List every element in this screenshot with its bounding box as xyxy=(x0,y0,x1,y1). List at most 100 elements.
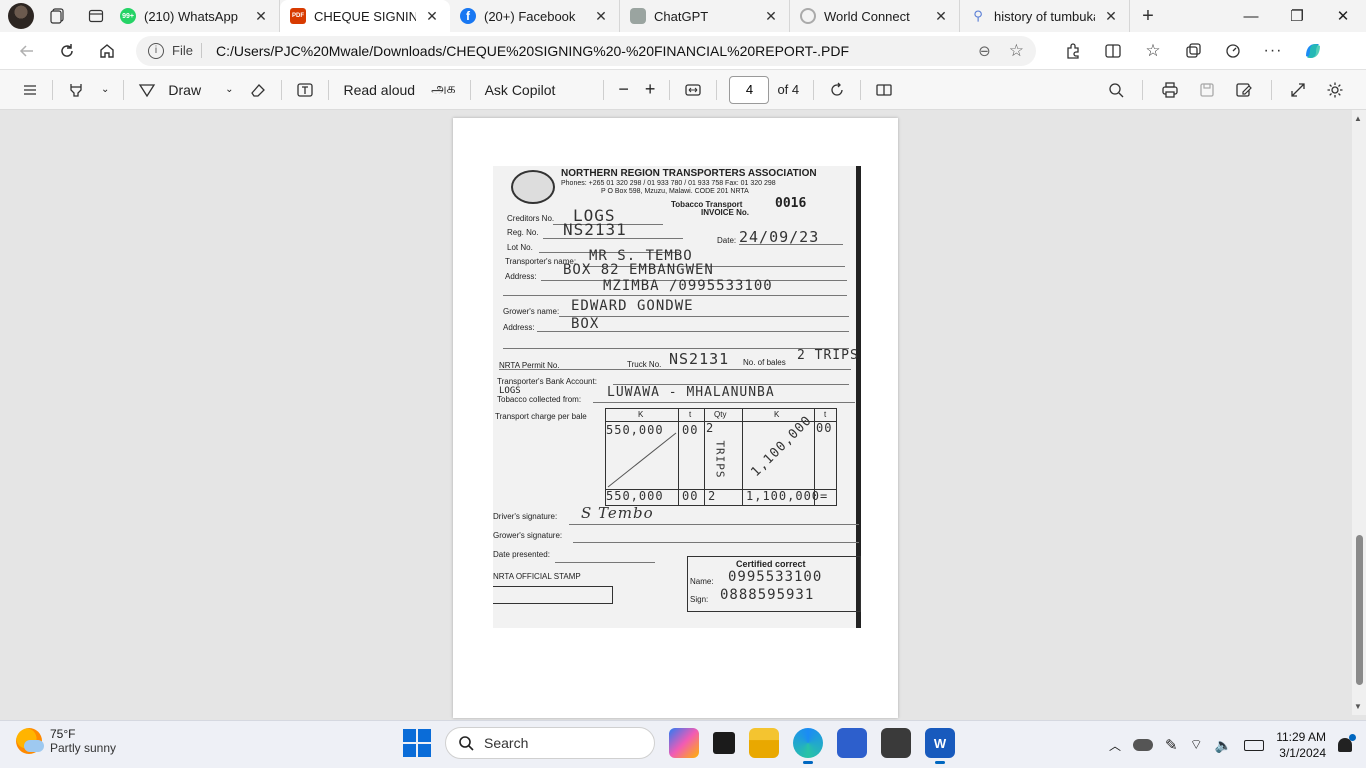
row-total-diagonal: 1,100,000 xyxy=(748,413,816,480)
start-button[interactable] xyxy=(403,729,431,757)
new-tab-button[interactable]: + xyxy=(1130,0,1166,32)
collected-label: Tobacco collected from: xyxy=(497,395,582,404)
chevron-down-icon[interactable]: ⌄ xyxy=(225,84,233,95)
highlight-button[interactable]: ⌄ xyxy=(59,75,117,105)
performance-icon[interactable] xyxy=(1216,36,1250,66)
save-as-button[interactable] xyxy=(1227,75,1261,105)
back-button[interactable] xyxy=(10,36,44,66)
search-icon: ⚲ xyxy=(973,8,983,23)
zoom-in-button[interactable]: + xyxy=(637,75,664,105)
tab-facebook[interactable]: f (20+) Facebook ✕ xyxy=(450,0,620,32)
restore-icon[interactable]: ❐ xyxy=(1274,0,1320,32)
info-icon[interactable]: i xyxy=(148,42,164,59)
workspaces-icon[interactable] xyxy=(44,2,72,30)
partly-sunny-icon xyxy=(16,728,44,754)
word-icon[interactable]: W xyxy=(925,728,955,764)
tab-title: ChatGPT xyxy=(654,8,709,24)
ask-copilot-button[interactable]: Ask Copilot xyxy=(477,75,564,105)
chevron-down-icon[interactable]: ⌄ xyxy=(101,84,109,95)
read-aloud-button[interactable]: Read aloud xyxy=(335,75,423,105)
row-t-value: 00 xyxy=(682,423,699,437)
settings-button[interactable] xyxy=(1318,75,1352,105)
pen-icon[interactable]: ✎ xyxy=(1165,736,1178,754)
task-view-icon[interactable] xyxy=(713,732,735,754)
edge-icon[interactable] xyxy=(793,728,823,764)
battery-icon[interactable] xyxy=(1244,739,1265,751)
minimize-icon[interactable]: — xyxy=(1228,0,1274,32)
chevron-up-icon[interactable]: ︿ xyxy=(1109,737,1121,754)
scroll-down-icon[interactable]: ▼ xyxy=(1354,702,1362,711)
text-box-icon xyxy=(297,82,314,97)
notification-bell-icon[interactable] xyxy=(1338,734,1356,752)
favorite-star-icon[interactable]: ☆ xyxy=(1009,41,1024,61)
wifi-icon[interactable]: ⌔ xyxy=(1190,736,1203,754)
tab-whatsapp[interactable]: 99+ (210) WhatsApp ✕ xyxy=(110,0,280,32)
omnibox[interactable]: i File C:/Users/PJC%20Mwale/Downloads/CH… xyxy=(136,35,1036,66)
close-icon[interactable]: ✕ xyxy=(593,8,609,25)
clock-time: 11:29 AM xyxy=(1276,730,1326,744)
text-button[interactable] xyxy=(288,75,322,105)
contents-button[interactable] xyxy=(14,75,46,105)
bales-label: No. of bales xyxy=(743,358,786,367)
close-icon[interactable]: ✕ xyxy=(1103,8,1119,25)
close-icon[interactable]: ✕ xyxy=(424,8,440,25)
copilot-preview-icon[interactable] xyxy=(669,728,699,758)
tab-world-connect[interactable]: World Connect ✕ xyxy=(790,0,960,32)
url-text[interactable]: C:/Users/PJC%20Mwale/Downloads/CHEQUE%20… xyxy=(210,43,970,59)
draw-button[interactable]: Draw ⌄ xyxy=(130,75,241,105)
divider xyxy=(123,79,125,100)
scroll-up-icon[interactable]: ▲ xyxy=(1354,114,1362,123)
close-icon[interactable]: ✕ xyxy=(253,8,269,25)
profile-avatar[interactable] xyxy=(8,3,34,29)
tab-history-tumbukas[interactable]: ⚲ history of tumbukas ✕ xyxy=(960,0,1130,32)
file-explorer-icon[interactable] xyxy=(749,728,779,758)
erase-button[interactable] xyxy=(241,75,275,105)
extensions-icon[interactable] xyxy=(1056,36,1090,66)
loading-icon xyxy=(800,8,816,24)
save-as-icon xyxy=(1236,82,1252,97)
favorites-icon[interactable]: ☆ xyxy=(1136,36,1170,66)
rotate-button[interactable] xyxy=(820,75,854,105)
search-icon xyxy=(459,736,474,751)
zoom-out-button[interactable]: − xyxy=(610,75,637,105)
fit-width-icon xyxy=(685,83,702,96)
translate-button[interactable]: அக xyxy=(423,75,464,105)
onedrive-icon[interactable] xyxy=(1133,739,1153,751)
window-controls: — ❐ ✕ xyxy=(1228,0,1366,32)
expand-icon xyxy=(1291,82,1305,97)
weather-widget[interactable]: 75°F Partly sunny xyxy=(16,727,116,755)
zoom-out-icon[interactable]: ⊖ xyxy=(978,42,991,60)
scroll-thumb[interactable] xyxy=(1356,535,1363,685)
save-button[interactable] xyxy=(1191,75,1223,105)
close-icon[interactable]: ✕ xyxy=(763,8,779,25)
find-button[interactable] xyxy=(1100,75,1132,105)
taskbar-search[interactable]: Search xyxy=(445,727,655,759)
tab-title: history of tumbukas xyxy=(994,8,1095,24)
more-options-icon[interactable]: ··· xyxy=(1256,36,1290,66)
tab-actions-icon[interactable] xyxy=(82,2,110,30)
print-button[interactable] xyxy=(1153,75,1187,105)
clock[interactable]: 11:29 AM 3/1/2024 xyxy=(1276,729,1326,761)
collections-icon[interactable] xyxy=(1176,36,1210,66)
camera-icon[interactable] xyxy=(881,728,911,758)
pdf-viewer[interactable]: NORTHERN REGION TRANSPORTERS ASSOCIATION… xyxy=(0,110,1366,720)
tab-cheque-signing[interactable]: PDF CHEQUE SIGNING - ✕ xyxy=(280,0,450,32)
close-window-icon[interactable]: ✕ xyxy=(1320,0,1366,32)
gear-icon xyxy=(1327,82,1343,97)
home-button[interactable] xyxy=(90,36,124,66)
page-view-button[interactable] xyxy=(867,75,901,105)
refresh-button[interactable] xyxy=(50,36,84,66)
tab-chatgpt[interactable]: ChatGPT ✕ xyxy=(620,0,790,32)
close-icon[interactable]: ✕ xyxy=(933,8,949,25)
copilot-icon[interactable] xyxy=(1296,36,1330,66)
arrow-left-icon xyxy=(19,44,33,57)
microsoft-store-icon[interactable] xyxy=(837,728,867,758)
fit-page-button[interactable] xyxy=(676,75,710,105)
split-screen-icon[interactable] xyxy=(1096,36,1130,66)
page-number-input[interactable] xyxy=(729,75,770,104)
bales-value: 2 TRIPS xyxy=(797,348,859,363)
vertical-scrollbar[interactable]: ▲ ▼ xyxy=(1352,110,1366,715)
divider xyxy=(669,79,671,100)
volume-icon[interactable]: 🔈 xyxy=(1215,737,1232,754)
fullscreen-button[interactable] xyxy=(1282,75,1314,105)
